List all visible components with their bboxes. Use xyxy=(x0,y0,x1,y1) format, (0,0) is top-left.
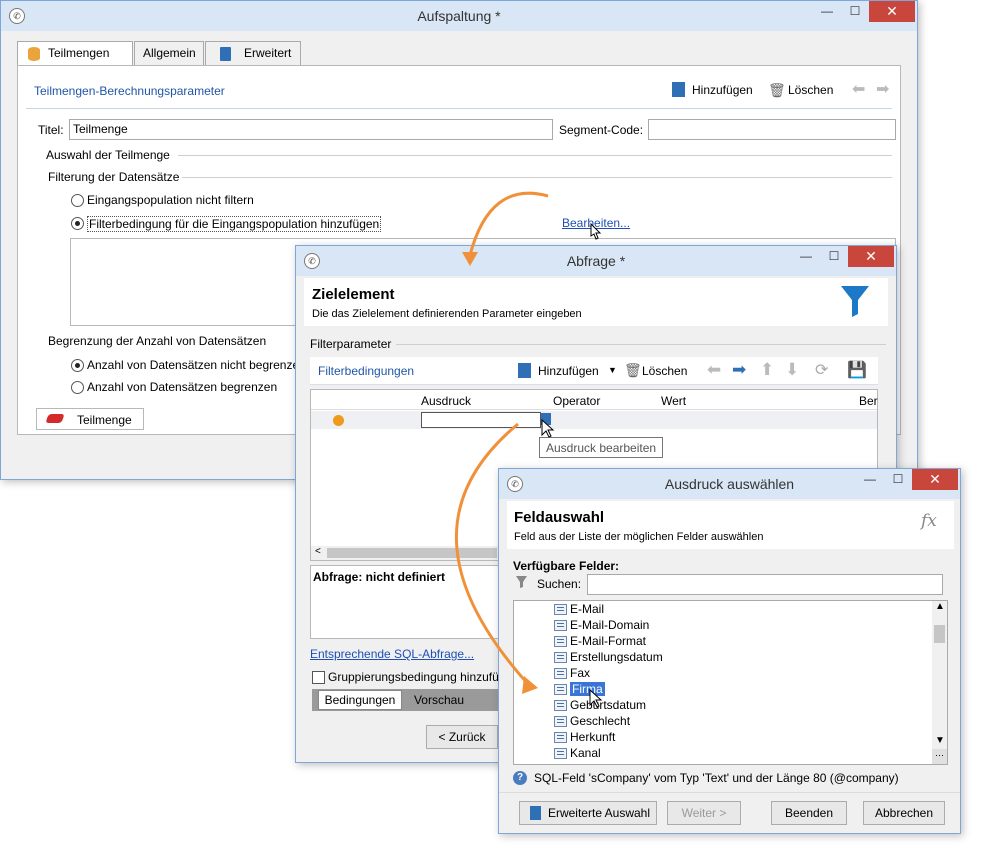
hand-cursor-icon xyxy=(590,222,602,240)
arrow-bottom xyxy=(454,422,530,686)
arrowhead-top xyxy=(462,252,478,266)
arrow-top xyxy=(468,191,549,256)
pointer-cursor-icon xyxy=(589,688,603,708)
annotation-arrows xyxy=(454,191,603,708)
pointer-cursor-icon xyxy=(541,418,555,438)
arrowhead-bottom xyxy=(522,676,538,694)
